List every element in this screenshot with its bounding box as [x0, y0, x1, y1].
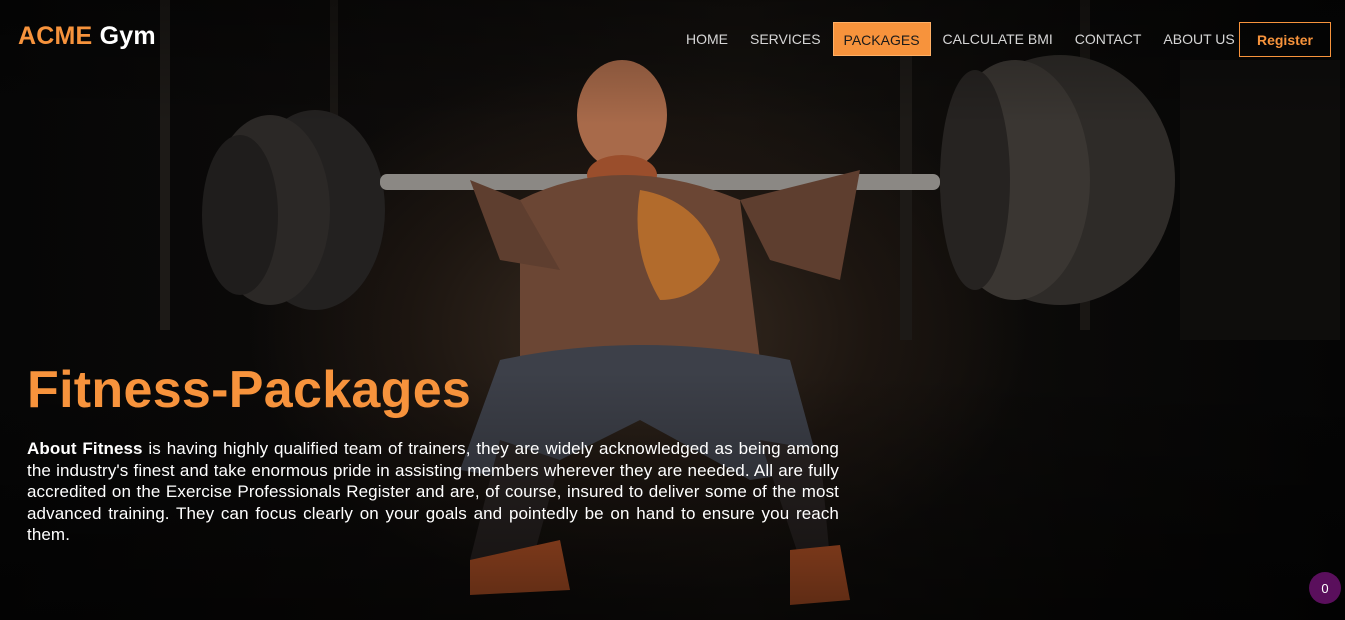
page-title: Fitness-Packages — [27, 361, 472, 419]
nav-about-us[interactable]: ABOUT US — [1153, 22, 1244, 56]
notification-badge[interactable]: 0 — [1309, 572, 1341, 604]
intro-bold-text: About Fitness — [27, 439, 143, 458]
intro-text: is having highly qualified team of train… — [27, 439, 839, 544]
nav-services[interactable]: SERVICES — [740, 22, 831, 56]
nav-home[interactable]: HOME — [676, 22, 738, 56]
logo-brand: ACME — [18, 22, 93, 50]
register-button[interactable]: Register — [1239, 22, 1331, 57]
nav-calculate-bmi[interactable]: CALCULATE BMI — [933, 22, 1063, 56]
nav-packages[interactable]: PACKAGES — [832, 22, 931, 56]
logo-suffix: Gym — [99, 22, 156, 50]
hero-section: ACME Gym HOME SERVICES PACKAGES CALCULAT… — [0, 0, 1345, 620]
site-logo[interactable]: ACME Gym — [18, 22, 156, 51]
nav-contact[interactable]: CONTACT — [1065, 22, 1152, 56]
intro-paragraph: About Fitness is having highly qualified… — [27, 438, 839, 546]
main-nav: HOME SERVICES PACKAGES CALCULATE BMI CON… — [676, 22, 1247, 56]
